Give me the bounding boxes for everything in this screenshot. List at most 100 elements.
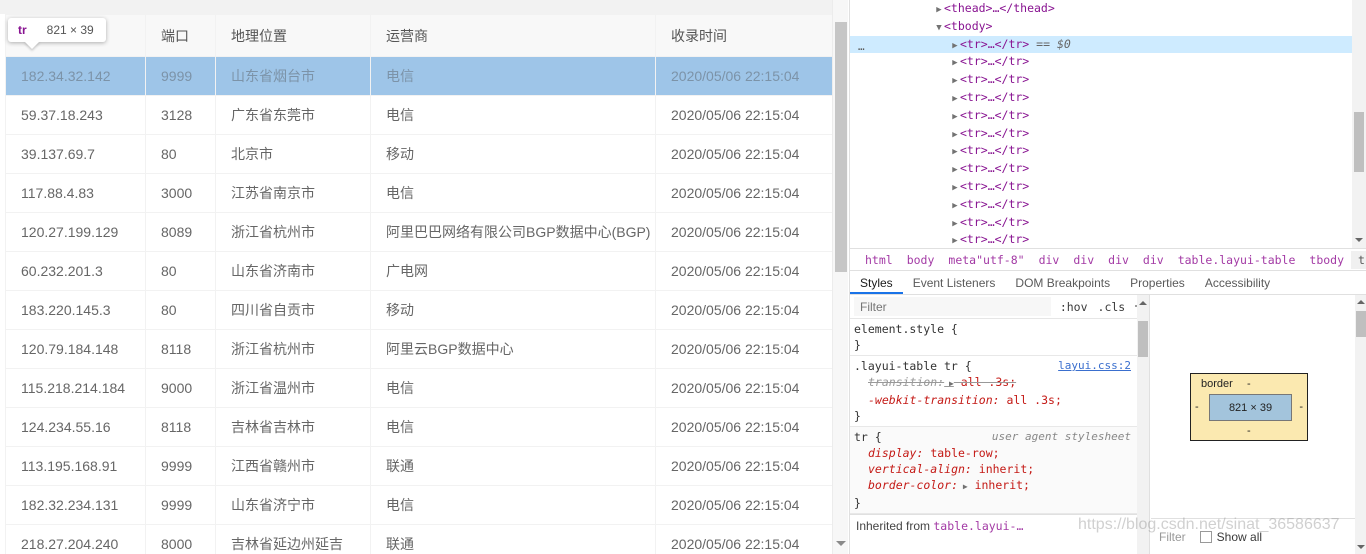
table-row[interactable]: 113.195.168.91 9999 江西省赣州市 联通 2020/05/06 22:… [5, 446, 832, 486]
breadcrumb-item-9[interactable]: tr [1351, 250, 1366, 269]
dom-node[interactable]: ▶ <tr>…</tr> [850, 125, 1366, 143]
styles-filter-input[interactable] [854, 297, 1051, 316]
styles-scroll-up-arrow-icon[interactable] [1139, 301, 1147, 305]
column-header-geo[interactable]: 地理位置 [215, 14, 371, 57]
css-declaration-2[interactable]: border-color: ▶ inherit; [854, 477, 1149, 495]
cell-ip: 120.27.199.129 [5, 212, 146, 252]
dom-scroll-down-arrow-icon[interactable] [1355, 238, 1363, 242]
css-declaration-1[interactable]: -webkit-transition: all .3s; [854, 392, 1149, 408]
cell-isp: 移动 [370, 290, 656, 330]
css-property-name: display: [868, 446, 924, 460]
table-row[interactable]: 60.232.201.3 80 山东省济南市 广电网 2020/05/06 22:15:… [5, 251, 832, 291]
breadcrumb-item-7[interactable]: table.layui-table [1171, 251, 1303, 269]
breadcrumb-item-8[interactable]: tbody [1302, 251, 1351, 269]
table-row[interactable]: 182.32.234.131 9999 山东省济宁市 电信 2020/05/06 22:… [5, 485, 832, 525]
table-row[interactable]: 120.27.199.129 8089 浙江省杭州市 阿里巴巴网络有限公司BGP数据中… [5, 212, 832, 252]
cell-ip: 117.88.4.83 [5, 173, 146, 213]
table-row[interactable]: 124.234.55.16 8118 吉林省吉林市 电信 2020/05/06 22:1… [5, 407, 832, 447]
breadcrumb-item-4[interactable]: div [1066, 251, 1101, 269]
scroll-down-arrow-icon[interactable] [836, 541, 846, 546]
cell-isp: 电信 [370, 407, 656, 447]
breadcrumb-item-2[interactable]: meta"utf-8" [941, 251, 1031, 269]
dom-node[interactable]: ▼ <tbody> [850, 18, 1366, 36]
inherited-target[interactable]: table.layui-… [933, 519, 1023, 533]
hov-toggle[interactable]: :hov [1055, 300, 1093, 314]
devtools-tab-bar[interactable]: Styles Event Listeners DOM Breakpoints Prop… [850, 270, 1366, 295]
cell-ip: 113.195.168.91 [5, 446, 146, 486]
styles-scrollbar-thumb[interactable] [1138, 321, 1148, 357]
page-scrollbar-thumb[interactable] [835, 22, 847, 272]
dom-tree-scrollbar[interactable] [1352, 0, 1366, 248]
computed-scroll-up-arrow-icon[interactable] [1357, 300, 1365, 304]
dom-node[interactable]: ▶ <tr>…</tr> [850, 53, 1366, 71]
dom-node[interactable]: ▶ <tr>…</tr> [850, 107, 1366, 125]
tab-dom-breakpoints[interactable]: DOM Breakpoints [1005, 271, 1120, 294]
column-header-isp[interactable]: 运营商 [370, 14, 656, 57]
computed-scroll-down-arrow-icon[interactable] [1357, 545, 1365, 549]
box-model-border-right-value[interactable]: - [1299, 401, 1303, 413]
table-row[interactable]: 182.34.32.142 9999 山东省烟台市 电信 2020/05/06 22:1… [5, 56, 832, 96]
styles-pane-scrollbar[interactable] [1137, 295, 1149, 554]
table-row[interactable]: 39.137.69.7 80 北京市 移动 2020/05/06 22:15:04 [5, 134, 832, 174]
computed-scrollbar-thumb[interactable] [1356, 311, 1366, 337]
cell-ip: 120.79.184.148 [5, 329, 146, 369]
dom-node-tag: <tr>…</tr> [960, 36, 1030, 51]
cell-geo: 浙江省温州市 [215, 368, 371, 408]
table-row[interactable]: 117.88.4.83 3000 江苏省南京市 电信 2020/05/06 22:15:… [5, 173, 832, 213]
css-declaration-0[interactable]: transition: ▶ all .3s; [854, 374, 1149, 392]
tab-properties[interactable]: Properties [1120, 271, 1195, 294]
tab-styles[interactable]: Styles [850, 271, 903, 294]
dom-node[interactable]: ▶ <tr>…</tr> [850, 160, 1366, 178]
css-declaration-1[interactable]: vertical-align: inherit; [854, 461, 1149, 477]
css-declaration-0[interactable]: display: table-row; [854, 445, 1149, 461]
column-header-time[interactable]: 收录时间 [655, 14, 832, 57]
table-row[interactable]: 218.27.204.240 8000 吉林省延边州延吉 联通 2020/05/06 2… [5, 524, 832, 554]
dom-tree-view[interactable]: ▶ <thead>…</thead> ▼ <tbody>… ▶ <tr>…</tr> ==… [850, 0, 1366, 248]
breadcrumb-item-6[interactable]: div [1136, 251, 1171, 269]
dom-node[interactable]: ▶ <tr>…</tr> [850, 214, 1366, 232]
dom-node[interactable]: ▶ <tr>…</tr> [850, 196, 1366, 214]
dom-node-tag: <tr>…</tr> [960, 125, 1030, 140]
cell-time: 2020/05/06 22:15:04 [655, 329, 832, 369]
styles-pane: :hov .cls + element.style {}.layui-table… [850, 295, 1150, 554]
breadcrumb-item-5[interactable]: div [1101, 251, 1136, 269]
dom-tree-scrollbar-thumb[interactable] [1354, 112, 1364, 172]
cell-time: 2020/05/06 22:15:04 [655, 524, 832, 554]
twisty-collapsed-icon[interactable]: ▶ [950, 233, 960, 248]
css-property-name: border-color: [868, 478, 959, 492]
cell-geo: 江西省赣州市 [215, 446, 371, 486]
dom-node[interactable]: ▶ <tr>…</tr> [850, 89, 1366, 107]
box-model-border-bottom-value[interactable]: - [1247, 425, 1251, 437]
dom-node[interactable]: ▶ <thead>…</thead> [850, 0, 1366, 18]
table-row[interactable]: 120.79.184.148 8118 浙江省杭州市 阿里云BGP数据中心 2020/0… [5, 329, 832, 369]
css-source-link[interactable]: layui.css:2 [1058, 358, 1131, 374]
breadcrumb-item-0[interactable]: html [858, 251, 900, 269]
dom-node[interactable]: ▶ <tr>…</tr> [850, 71, 1366, 89]
table-row[interactable]: 183.220.145.3 80 四川省自贡市 移动 2020/05/06 22:15:… [5, 290, 832, 330]
breadcrumb-item-3[interactable]: div [1032, 251, 1067, 269]
value-expand-icon[interactable]: ▶ [944, 379, 954, 388]
breadcrumb-item-1[interactable]: body [900, 251, 942, 269]
dom-node[interactable]: ▶ <tr>…</tr> [850, 178, 1366, 196]
dom-node[interactable]: ▶ <tr>…</tr> [850, 231, 1366, 248]
column-header-port[interactable]: 端口 [145, 14, 216, 57]
breadcrumb[interactable]: html body meta"utf-8" div div div div table.lay… [850, 248, 1366, 270]
cls-toggle[interactable]: .cls [1093, 300, 1131, 314]
checkbox-icon[interactable] [1199, 530, 1212, 543]
dom-node-selected[interactable]: … ▶ <tr>…</tr> == $0 [850, 35, 1366, 54]
value-expand-icon[interactable]: ▶ [958, 482, 968, 491]
box-model-border-top-value[interactable]: - [1247, 378, 1251, 390]
box-model-border-left-value[interactable]: - [1195, 401, 1199, 413]
page-vertical-scrollbar[interactable] [832, 0, 848, 554]
cell-time: 2020/05/06 22:15:04 [655, 173, 832, 213]
css-selector[interactable]: element.style { [854, 321, 1149, 337]
dom-node[interactable]: ▶ <tr>…</tr> [850, 142, 1366, 160]
table-row[interactable]: 59.37.18.243 3128 广东省东莞市 电信 2020/05/06 22:15… [5, 95, 832, 135]
tab-event-listeners[interactable]: Event Listeners [903, 271, 1006, 294]
table-row[interactable]: 115.218.214.184 9000 浙江省温州市 电信 2020/05/06 22… [5, 368, 832, 408]
show-all-toggle[interactable]: Show all [1199, 530, 1262, 544]
box-model-content-size[interactable]: 821 × 39 [1209, 394, 1292, 421]
computed-pane-scrollbar[interactable] [1355, 295, 1366, 554]
computed-filter-input[interactable]: Filter [1159, 530, 1186, 544]
tab-accessibility[interactable]: Accessibility [1195, 271, 1280, 294]
